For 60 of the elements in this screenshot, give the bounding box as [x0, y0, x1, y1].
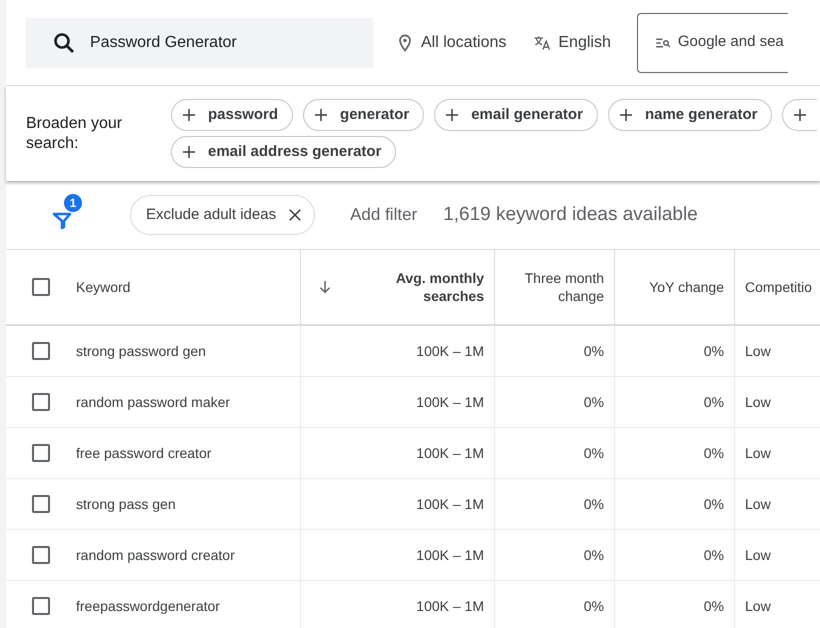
column-header[interactable]: YoY change: [649, 278, 724, 296]
table-cell-text: Low: [745, 596, 771, 616]
table-cell-text: 0%: [584, 342, 604, 360]
language-button[interactable]: English: [532, 30, 611, 54]
location-button[interactable]: All locations: [395, 30, 506, 54]
suggestion-chip[interactable]: password: [171, 99, 294, 131]
suggestion-chip[interactable]: email address generator: [171, 136, 396, 168]
checkbox[interactable]: [32, 597, 50, 615]
table-cell-text: 0%: [704, 342, 724, 360]
table-cell-text: 100K – 1M: [416, 546, 484, 564]
checkbox[interactable]: [32, 342, 50, 360]
table-cell-text: 0%: [584, 596, 604, 616]
column-header[interactable]: Competitio: [745, 278, 812, 296]
table-cell-text: 0%: [584, 494, 604, 514]
broaden-label: Broaden your search:: [26, 114, 124, 154]
filter-chip[interactable]: Exclude adult ideas: [130, 195, 316, 235]
table-cell-text: strong password gen: [76, 342, 206, 361]
checkbox[interactable]: [32, 393, 50, 411]
suggestion-chip[interactable]: generator: [303, 99, 424, 131]
table-cell-text: strong pass gen: [76, 494, 176, 514]
table-cell-text: 100K – 1M: [416, 444, 484, 462]
table-cell-text: 0%: [704, 596, 724, 616]
keyword-count-text: 1,619 keyword ideas available: [443, 202, 698, 227]
checkbox[interactable]: [32, 546, 50, 564]
table-cell-text: Low: [745, 546, 771, 564]
table-cell-text: Low: [745, 494, 771, 514]
table-cell-text: Low: [745, 392, 771, 412]
checkbox[interactable]: [32, 444, 50, 462]
add-filter-button[interactable]: Add filter: [350, 202, 418, 228]
search-field[interactable]: Password Generator: [26, 18, 373, 68]
table-cell-text: free password creator: [76, 444, 212, 463]
suggestion-chip[interactable]: [782, 99, 818, 131]
column-header[interactable]: Three month change: [524, 269, 604, 305]
filter-count-badge: 1: [64, 194, 82, 212]
table-cell-text: 0%: [704, 546, 724, 564]
table-cell-text: random password creator: [76, 546, 235, 565]
checkbox[interactable]: [32, 278, 50, 296]
table-cell-text: 100K – 1M: [416, 342, 484, 360]
plus-icon: [180, 106, 198, 124]
suggestion-chip[interactable]: name generator: [608, 99, 772, 131]
table-cell-text: 0%: [584, 546, 604, 564]
search-icon: [52, 30, 76, 54]
suggestion-chip[interactable]: email generator: [434, 99, 598, 131]
table-cell-text: 0%: [584, 392, 604, 412]
table-cell-text: Low: [745, 444, 771, 462]
table-cell-text: 0%: [704, 392, 724, 412]
column-header[interactable]: Avg. monthly searches: [396, 269, 484, 305]
column-header[interactable]: Keyword: [76, 278, 130, 296]
network-button[interactable]: Google and sea: [636, 12, 788, 72]
plus-icon: [180, 143, 198, 161]
table-cell-text: Low: [745, 342, 771, 360]
table-cell-text: 100K – 1M: [416, 392, 484, 412]
table-cell-text: freepasswordgenerator: [76, 596, 220, 616]
table-cell-text: 0%: [704, 494, 724, 514]
table-cell-text: 0%: [704, 444, 724, 462]
table-cell-text: 100K – 1M: [416, 596, 484, 616]
table-cell-text: 0%: [584, 444, 604, 462]
table-cell-text: random password maker: [76, 392, 230, 412]
checkbox[interactable]: [32, 495, 50, 513]
table-cell-text: 100K – 1M: [416, 494, 484, 514]
